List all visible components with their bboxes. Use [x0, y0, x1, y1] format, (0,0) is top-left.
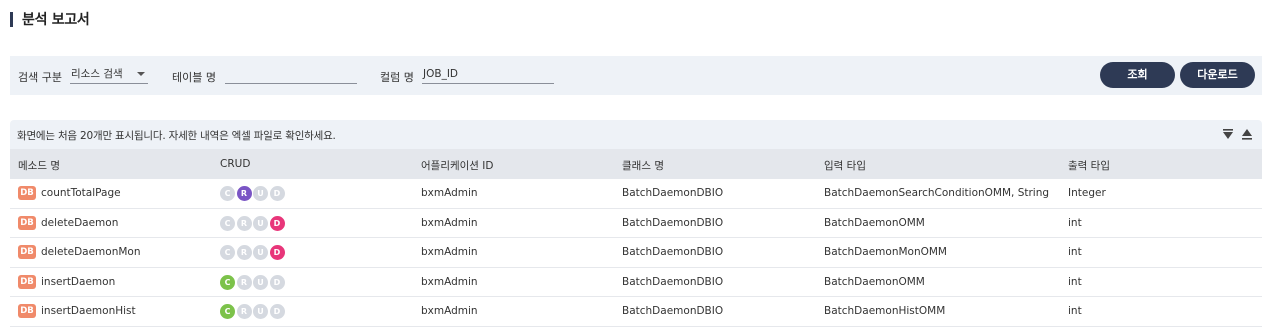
crud-delete-indicator: D	[269, 245, 285, 261]
app-id: bxmAdmin	[421, 216, 478, 229]
header-output-type: 출력 타입	[1068, 160, 1110, 172]
db-badge: DB	[18, 245, 36, 260]
crud-update-indicator: U	[253, 274, 268, 290]
crud-update-indicator: U	[253, 215, 268, 231]
table-row[interactable]: DB countTotalPage C R U D bxmAdmin Batch…	[10, 179, 1262, 209]
page-title: 분석 보고서	[10, 11, 90, 28]
header-crud: CRUD	[220, 158, 251, 170]
input-type: BatchDaemonMonOMM	[824, 246, 947, 259]
page-title-text: 분석 보고서	[22, 12, 90, 28]
app-id: bxmAdmin	[421, 275, 478, 288]
title-accent-bar	[10, 11, 13, 27]
output-type: int	[1068, 246, 1082, 259]
crud-indicators: C R U D	[220, 215, 286, 231]
table-body: DB countTotalPage C R U D bxmAdmin Batch…	[10, 179, 1262, 327]
chevron-down-icon	[137, 72, 145, 76]
table-name-label: 테이블 명	[172, 71, 216, 84]
column-name-input[interactable]: JOB_ID	[422, 66, 554, 84]
method-name: deleteDaemonMon	[41, 246, 141, 259]
crud-update-indicator: U	[253, 245, 268, 261]
output-type: int	[1068, 216, 1082, 229]
crud-read-indicator: R	[236, 215, 252, 231]
method-name: deleteDaemon	[41, 216, 119, 229]
crud-read-indicator: R	[236, 245, 252, 261]
crud-create-indicator: C	[220, 245, 235, 261]
table-row[interactable]: DB deleteDaemon C R U D bxmAdmin BatchDa…	[10, 208, 1262, 239]
table-row[interactable]: DB insertDaemonHist C R U D bxmAdmin Bat…	[10, 297, 1262, 327]
class-name: BatchDaemonDBIO	[622, 216, 724, 229]
header-method: 메소드 명	[18, 160, 60, 172]
input-type: BatchDaemonOMM	[824, 216, 925, 229]
query-button[interactable]: 조회	[1100, 62, 1175, 88]
class-name: BatchDaemonDBIO	[622, 305, 724, 318]
db-badge: DB	[18, 304, 36, 319]
search-panel: 검색 구분 리소스 검색 테이블 명 컬럼 명 JOB_ID 조회 다운로드	[10, 56, 1262, 95]
crud-indicators: C R U D	[220, 274, 286, 290]
app-id: bxmAdmin	[421, 246, 478, 259]
crud-delete-indicator: D	[269, 304, 285, 320]
method-name: insertDaemonHist	[41, 305, 136, 318]
crud-create-indicator: C	[220, 186, 235, 201]
search-category-value: 리소스 검색	[71, 68, 123, 80]
class-name: BatchDaemonDBIO	[622, 275, 724, 288]
search-category-select[interactable]: 리소스 검색	[70, 66, 148, 84]
method-name: insertDaemon	[41, 275, 116, 288]
crud-read-indicator: R	[236, 304, 252, 320]
crud-update-indicator: U	[253, 304, 268, 320]
input-type: BatchDaemonHistOMM	[824, 305, 946, 318]
table-row[interactable]: DB insertDaemon C R U D bxmAdmin BatchDa…	[10, 267, 1262, 298]
crud-delete-indicator: D	[269, 186, 285, 201]
notice-bar: 화면에는 처음 20개만 표시됩니다. 자세한 내역은 엑셀 파일로 확인하세요…	[10, 120, 1262, 149]
search-category-label: 검색 구분	[18, 71, 62, 84]
db-badge: DB	[18, 215, 36, 230]
collapse-up-icon[interactable]	[1241, 129, 1253, 140]
download-button[interactable]: 다운로드	[1180, 62, 1255, 88]
db-badge: DB	[18, 186, 36, 200]
crud-create-indicator: C	[220, 215, 235, 231]
header-app-id: 어플리케이션 ID	[421, 160, 494, 172]
header-class: 클래스 명	[622, 160, 664, 172]
output-type: int	[1068, 275, 1082, 288]
crud-create-indicator: C	[220, 304, 235, 320]
table-row[interactable]: DB deleteDaemonMon C R U D bxmAdmin Batc…	[10, 238, 1262, 268]
input-type: BatchDaemonOMM	[824, 275, 925, 288]
output-type: Integer	[1068, 187, 1106, 199]
table-name-input[interactable]	[225, 66, 357, 84]
method-name: countTotalPage	[41, 187, 121, 199]
crud-indicators: C R U D	[220, 304, 286, 320]
report-table: 메소드 명 CRUD 어플리케이션 ID 클래스 명 입력 타입 출력 타입 D…	[10, 149, 1262, 327]
db-badge: DB	[18, 274, 36, 289]
crud-indicators: C R U D	[220, 186, 286, 201]
output-type: int	[1068, 305, 1082, 318]
crud-update-indicator: U	[253, 186, 268, 201]
table-header: 메소드 명 CRUD 어플리케이션 ID 클래스 명 입력 타입 출력 타입	[10, 149, 1262, 179]
crud-indicators: C R U D	[220, 245, 286, 261]
crud-delete-indicator: D	[269, 215, 285, 231]
crud-delete-indicator: D	[269, 274, 285, 290]
crud-read-indicator: R	[236, 186, 252, 201]
collapse-down-icon[interactable]	[1222, 129, 1234, 140]
input-type: BatchDaemonSearchConditionOMM, String	[824, 187, 1050, 199]
crud-read-indicator: R	[236, 274, 252, 290]
app-id: bxmAdmin	[421, 187, 478, 199]
class-name: BatchDaemonDBIO	[622, 187, 724, 199]
crud-create-indicator: C	[220, 274, 235, 290]
header-input-type: 입력 타입	[824, 160, 866, 172]
class-name: BatchDaemonDBIO	[622, 246, 724, 259]
column-name-label: 컬럼 명	[380, 71, 414, 84]
app-id: bxmAdmin	[421, 305, 478, 318]
notice-message: 화면에는 처음 20개만 표시됩니다. 자세한 내역은 엑셀 파일로 확인하세요…	[17, 130, 336, 142]
